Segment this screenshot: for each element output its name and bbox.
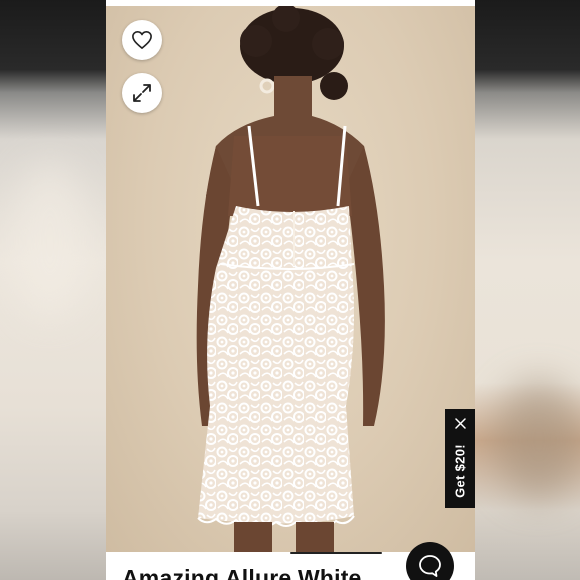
expand-icon (133, 84, 151, 102)
blurred-backdrop-left (0, 0, 106, 580)
expand-image-button[interactable] (122, 73, 162, 113)
product-photo[interactable] (106, 6, 475, 552)
promo-label: Get $20! (452, 444, 468, 498)
chat-bubble-icon (419, 555, 441, 577)
product-screen: Get $20! Amazing Allure White (106, 0, 475, 580)
product-title: Amazing Allure White (122, 565, 362, 580)
promo-close-button[interactable] (445, 415, 475, 431)
blurred-backdrop-right (474, 0, 580, 580)
favorite-button[interactable] (122, 20, 162, 60)
image-scroll-indicator (290, 552, 382, 554)
close-icon (454, 417, 466, 429)
heart-icon (132, 31, 152, 49)
promo-tab[interactable]: Get $20! (445, 409, 475, 508)
backdrop-blur-shape (494, 380, 580, 500)
backdrop-blur-shape (10, 160, 90, 320)
